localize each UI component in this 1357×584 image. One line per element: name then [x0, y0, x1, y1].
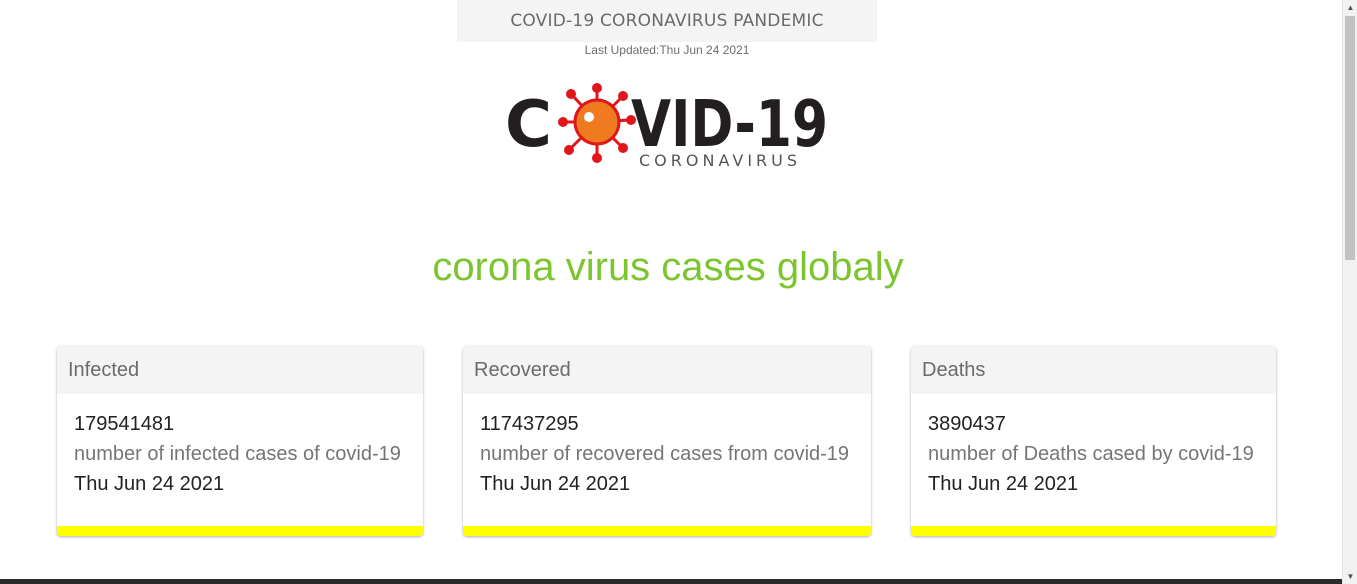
- card-body: 3890437 number of Deaths cased by covid-…: [911, 394, 1276, 495]
- card-title: Infected: [68, 358, 140, 381]
- triangle-up-icon[interactable]: ▲: [1343, 0, 1357, 15]
- vertical-scrollbar[interactable]: ▲ ▼: [1342, 0, 1357, 584]
- last-updated-text: Last Updated:Thu Jun 24 2021: [584, 43, 750, 57]
- logo-letter-c: C: [505, 88, 552, 162]
- logo-subtitle: CORONAVIRUS: [639, 151, 801, 170]
- card-title: Deaths: [922, 358, 986, 381]
- headline: corona virus cases globaly: [432, 245, 904, 289]
- card-header: Recovered: [463, 346, 871, 394]
- recovered-card: Recovered 117437295 number of recovered …: [463, 346, 871, 536]
- page-title: COVID-19 CORONAVIRUS PANDEMIC: [510, 11, 824, 31]
- card-description: number of Deaths cased by covid-19: [928, 443, 1254, 465]
- card-date: Thu Jun 24 2021: [928, 473, 1079, 495]
- card-date: Thu Jun 24 2021: [480, 473, 631, 495]
- card-body: 179541481 number of infected cases of co…: [57, 394, 423, 495]
- card-accent-bar: [463, 526, 871, 536]
- deaths-count: 3890437: [928, 413, 1006, 435]
- card-header: Deaths: [911, 346, 1276, 394]
- triangle-down-icon[interactable]: ▼: [1343, 569, 1357, 584]
- card-body: 117437295 number of recovered cases from…: [463, 394, 871, 495]
- card-description: number of infected cases of covid-19: [74, 443, 401, 465]
- scrollbar-thumb[interactable]: [1345, 16, 1355, 260]
- card-accent-bar: [911, 526, 1276, 536]
- page-header: COVID-19 CORONAVIRUS PANDEMIC: [457, 0, 877, 42]
- card-title: Recovered: [474, 358, 571, 381]
- infected-count: 179541481: [74, 413, 175, 435]
- card-description: number of recovered cases from covid-19: [480, 443, 850, 465]
- covid-19-logo: C VID-19 CORONAVIRUS: [505, 83, 828, 170]
- card-date: Thu Jun 24 2021: [74, 473, 225, 495]
- card-header: Infected: [57, 346, 423, 394]
- logo-virus-icon: [558, 83, 636, 163]
- page: COVID-19 CORONAVIRUS PANDEMIC Last Updat…: [0, 0, 1357, 584]
- infected-card: Infected 179541481 number of infected ca…: [57, 346, 423, 536]
- recovered-count: 117437295: [480, 413, 579, 435]
- page-bottom-edge: [0, 579, 1342, 584]
- card-accent-bar: [57, 526, 423, 536]
- deaths-card: Deaths 3890437 number of Deaths cased by…: [911, 346, 1276, 536]
